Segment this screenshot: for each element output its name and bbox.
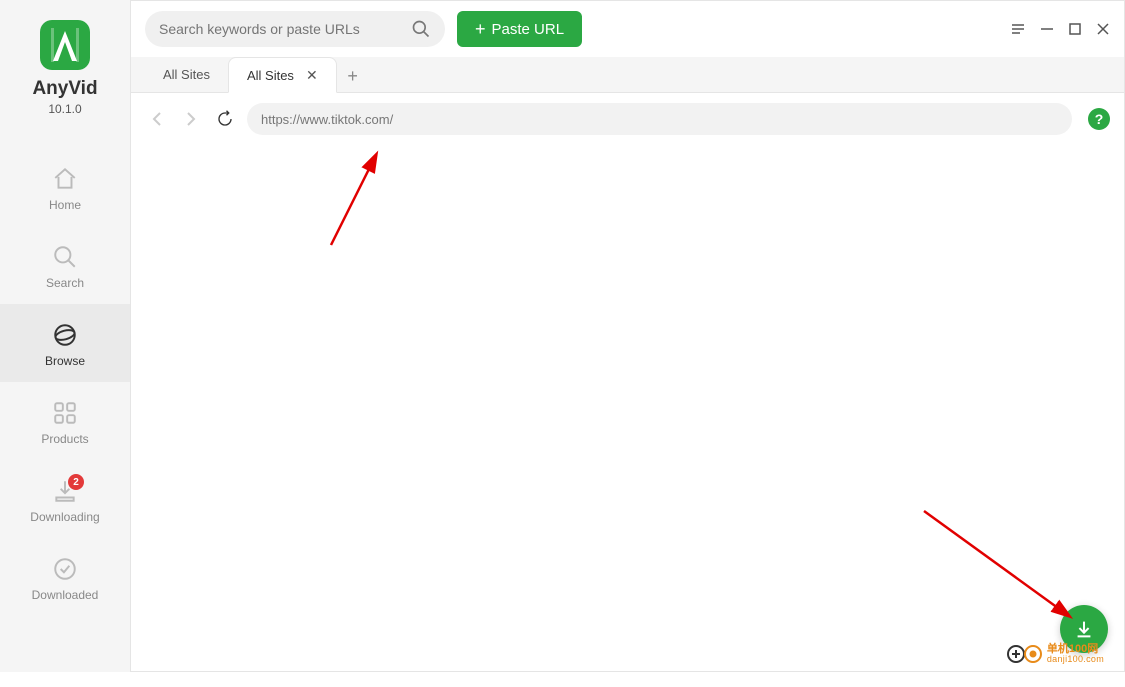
main-panel: + Paste URL All Sites All Sites ✕ + [130,0,1125,672]
products-icon [52,400,78,426]
paste-url-label: Paste URL [492,21,565,38]
back-button[interactable] [145,107,169,131]
sidebar-item-label: Downloaded [32,588,99,602]
sidebar: AnyVid 10.1.0 Home Search Browse Product… [0,0,130,672]
app-version: 10.1.0 [48,102,81,116]
browser-content [131,145,1125,687]
chevron-left-icon [152,112,162,126]
window-controls [1010,21,1110,37]
close-tab-icon[interactable]: ✕ [306,67,318,84]
url-input[interactable] [261,112,1058,127]
minimize-icon[interactable] [1040,22,1054,36]
app-logo [40,20,90,70]
sidebar-item-label: Products [41,432,88,446]
paste-url-button[interactable]: + Paste URL [457,11,582,47]
downloading-badge: 2 [68,474,84,490]
forward-button[interactable] [179,107,203,131]
logo-icon [50,27,80,63]
download-icon [1073,618,1095,640]
plus-icon: + [475,20,486,38]
app-name: AnyVid [32,78,97,100]
sidebar-item-browse[interactable]: Browse [0,304,130,382]
search-icon [52,244,78,270]
global-search-input[interactable] [159,21,403,37]
sidebar-item-label: Browse [45,354,85,368]
download-fab[interactable] [1060,605,1108,653]
sidebar-item-label: Downloading [30,510,99,524]
sidebar-item-label: Search [46,276,84,290]
tab-all-sites-active[interactable]: All Sites ✕ [228,57,337,93]
reload-icon [216,110,234,128]
sidebar-item-downloaded[interactable]: Downloaded [0,538,130,616]
sidebar-item-home[interactable]: Home [0,148,130,226]
tabs-bar: All Sites All Sites ✕ + [131,57,1124,93]
browser-nav-row: ? [131,93,1124,145]
downloaded-icon [52,556,78,582]
tab-all-sites[interactable]: All Sites [145,56,228,92]
search-icon [411,19,431,39]
menu-icon[interactable] [1010,21,1026,37]
sidebar-item-products[interactable]: Products [0,382,130,460]
browse-icon [52,322,78,348]
chevron-right-icon [186,112,196,126]
tab-label: All Sites [163,67,210,82]
home-icon [52,166,78,192]
url-box[interactable] [247,103,1072,135]
sidebar-item-label: Home [49,198,81,212]
annotation-arrow-1 [311,145,401,255]
tab-label: All Sites [247,68,294,83]
global-search-box[interactable] [145,11,445,47]
sidebar-item-downloading[interactable]: 2 Downloading [0,460,130,538]
sidebar-item-search[interactable]: Search [0,226,130,304]
help-button[interactable]: ? [1088,108,1110,130]
maximize-icon[interactable] [1068,22,1082,36]
reload-button[interactable] [213,107,237,131]
close-icon[interactable] [1096,22,1110,36]
top-bar: + Paste URL [131,1,1124,57]
new-tab-button[interactable]: + [337,60,369,92]
